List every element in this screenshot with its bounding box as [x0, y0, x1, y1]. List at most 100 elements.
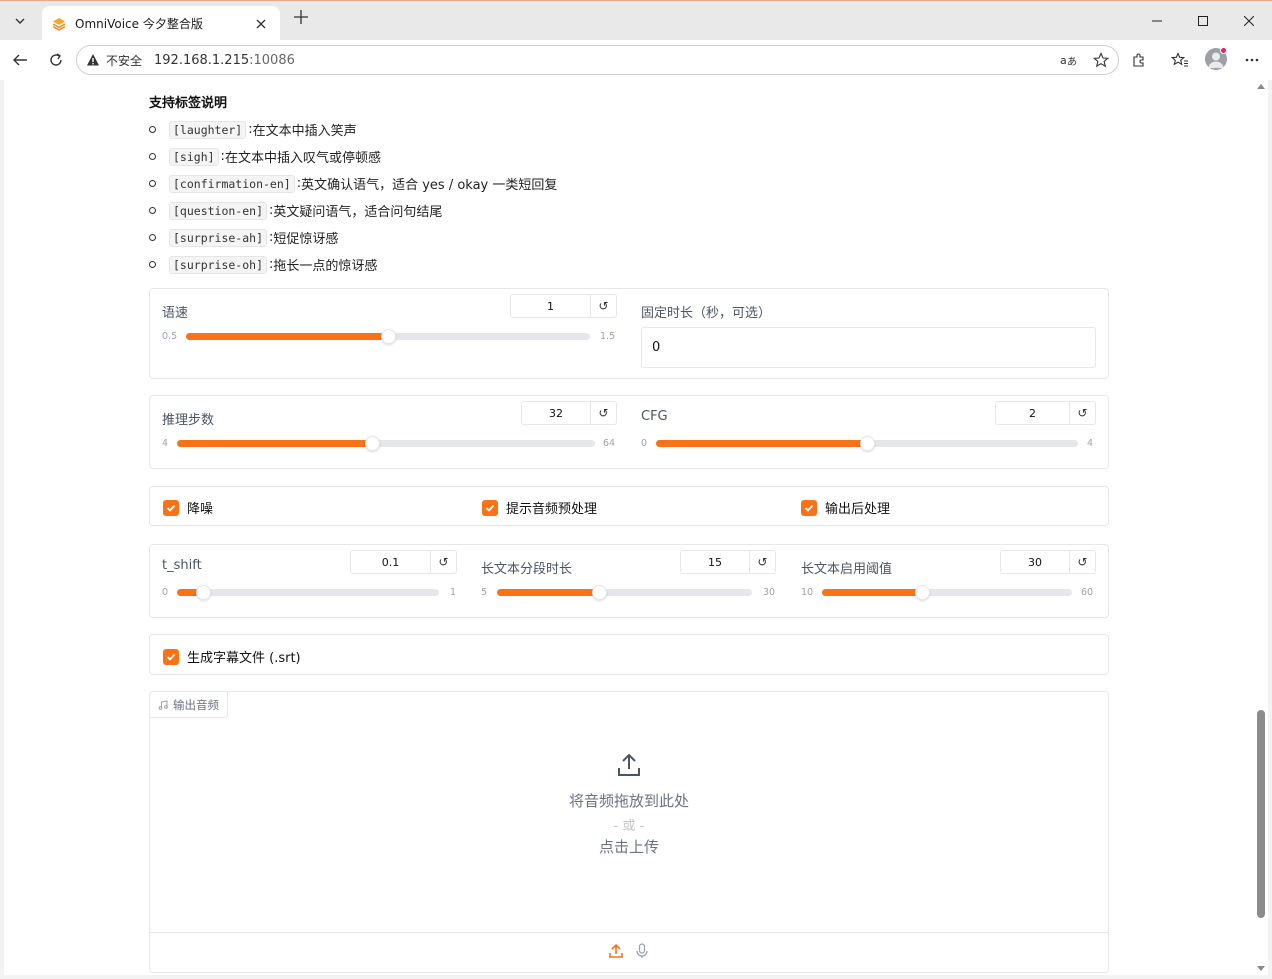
steps-number-input[interactable]: 32 ↺	[521, 401, 617, 425]
plus-icon	[294, 10, 308, 24]
speed-value: 1	[511, 295, 591, 317]
check-icon	[166, 504, 176, 512]
page-scrollbar[interactable]	[1254, 80, 1268, 975]
favorite-button[interactable]	[1090, 49, 1112, 71]
drop-text: 将音频拖放到此处	[568, 792, 689, 810]
tag-desc: 拖长一点的惊讶感	[273, 259, 378, 274]
steps-cfg-panel: 推理步数 32 ↺ 4 64 CFG 2 ↺ 0 4	[149, 395, 1109, 469]
tab-actions-menu[interactable]	[6, 7, 34, 35]
segment-slider-thumb[interactable]	[592, 585, 607, 600]
tshift-slider-thumb[interactable]	[196, 585, 212, 600]
output-audio-label: 输出音频	[150, 692, 228, 718]
steps-reset-button[interactable]: ↺	[591, 402, 616, 424]
steps-label: 推理步数	[162, 413, 215, 428]
speed-slider[interactable]	[186, 329, 590, 344]
duration-input[interactable]: 0	[641, 327, 1096, 368]
upload-source-button[interactable]	[608, 943, 624, 963]
speed-number-input[interactable]: 1 ↺	[510, 294, 617, 318]
audio-drop-zone[interactable]: 将音频拖放到此处 - 或 - 点击上传	[150, 752, 1108, 857]
url-host: 192.168.1.215	[154, 52, 250, 68]
address-bar-actions: aあ	[1058, 49, 1112, 71]
tshift-value: 0.1	[351, 551, 431, 573]
segment-max: 30	[763, 587, 776, 598]
scrollbar-thumb[interactable]	[1257, 710, 1265, 918]
tshift-max: 1	[450, 587, 457, 598]
cfg-label: CFG	[641, 409, 668, 424]
tshift-slider[interactable]	[177, 585, 439, 600]
checkbox-checked[interactable]	[482, 499, 498, 516]
reset-icon: ↺	[438, 555, 449, 569]
segment-number-input[interactable]: 15 ↺	[680, 550, 776, 574]
speed-duration-panel: 语速 1 ↺ 0.5 1.5 固定时长（秒，可选） 0	[149, 288, 1109, 379]
window-controls	[1134, 1, 1272, 41]
active-tab[interactable]: OmniVoice 今夕整合版	[42, 6, 280, 41]
read-aloud-button[interactable]: aあ	[1058, 49, 1080, 71]
output-audio-panel: 输出音频 将音频拖放到此处 - 或 - 点击上传	[149, 691, 1109, 973]
tag-code: [laughter]	[169, 120, 247, 139]
click-upload-text[interactable]: 点击上传	[150, 836, 1108, 857]
tab-title: OmniVoice 今夕整合版	[75, 17, 203, 31]
reset-icon: ↺	[598, 299, 609, 313]
address-bar[interactable]: 不安全 192.168.1.215:10086 aあ	[76, 45, 1119, 75]
reload-button[interactable]	[44, 48, 68, 72]
cfg-number-input[interactable]: 2 ↺	[995, 401, 1096, 425]
checkbox-checked[interactable]	[163, 648, 179, 665]
star-icon	[1093, 52, 1109, 68]
favorites-button[interactable]	[1168, 48, 1192, 72]
tshift-number-input[interactable]: 0.1 ↺	[350, 550, 457, 574]
list-item: [surprise-ah]: 短促惊讶感	[149, 224, 557, 251]
denoise-checkbox[interactable]: 降噪	[163, 498, 213, 517]
check-icon	[166, 653, 176, 661]
threshold-reset-button[interactable]: ↺	[1070, 551, 1095, 573]
threshold-slider-thumb[interactable]	[915, 585, 930, 600]
microphone-icon	[636, 942, 648, 958]
speed-reset-button[interactable]: ↺	[591, 295, 616, 317]
extensions-button[interactable]	[1127, 48, 1151, 72]
steps-slider[interactable]	[177, 436, 595, 451]
tshift-reset-button[interactable]: ↺	[431, 551, 456, 573]
threshold-slider[interactable]	[822, 585, 1072, 600]
segment-slider[interactable]	[497, 585, 752, 600]
scroll-down-arrow[interactable]	[1257, 966, 1265, 971]
srt-checkbox[interactable]: 生成字幕文件 (.srt)	[163, 647, 301, 666]
duration-value: 0	[652, 340, 661, 355]
processing-options-panel: 降噪 提示音频预处理 输出后处理	[149, 486, 1109, 526]
list-item: [question-en]: 英文疑问语气，适合问句结尾	[149, 197, 557, 224]
new-tab-button[interactable]	[289, 8, 313, 32]
close-tab-button[interactable]	[252, 15, 270, 33]
postprocess-checkbox[interactable]: 输出后处理	[801, 498, 890, 517]
scroll-up-arrow[interactable]	[1257, 84, 1265, 89]
extensions-icon	[1133, 53, 1144, 67]
close-window-button[interactable]	[1226, 1, 1272, 41]
cfg-reset-button[interactable]: ↺	[1070, 402, 1095, 424]
tag-code: [surprise-ah]	[169, 228, 268, 247]
or-text: - 或 -	[613, 819, 645, 834]
maximize-button[interactable]	[1180, 1, 1226, 41]
cfg-slider[interactable]	[656, 436, 1078, 451]
microphone-source-button[interactable]	[634, 942, 650, 963]
threshold-max: 60	[1081, 587, 1094, 598]
srt-panel: 生成字幕文件 (.srt)	[149, 634, 1109, 675]
chevron-down-icon	[15, 18, 25, 24]
steps-slider-thumb[interactable]	[365, 436, 381, 451]
steps-value: 32	[522, 402, 591, 424]
insecure-label: 不安全	[106, 53, 143, 68]
maximize-icon	[1198, 16, 1208, 26]
segment-value: 15	[681, 551, 750, 573]
segment-slider-fill	[497, 589, 599, 596]
checkbox-checked[interactable]	[163, 499, 179, 516]
list-item: [sigh]: 在文本中插入叹气或停顿感	[149, 143, 557, 170]
threshold-number-input[interactable]: 30 ↺	[1000, 550, 1096, 574]
preprocess-checkbox[interactable]: 提示音频预处理	[482, 498, 597, 517]
duration-label: 固定时长（秒，可选）	[641, 306, 772, 321]
cfg-slider-fill	[656, 440, 867, 447]
cfg-slider-thumb[interactable]	[860, 436, 875, 451]
back-button[interactable]	[8, 48, 32, 72]
more-menu-button[interactable]	[1240, 48, 1264, 72]
speed-slider-thumb[interactable]	[381, 329, 396, 344]
checkbox-checked[interactable]	[801, 499, 817, 516]
tshift-min: 0	[162, 587, 169, 598]
segment-reset-button[interactable]: ↺	[750, 551, 775, 573]
tag-desc: 在文本中插入叹气或停顿感	[224, 151, 381, 166]
minimize-button[interactable]	[1134, 1, 1180, 41]
